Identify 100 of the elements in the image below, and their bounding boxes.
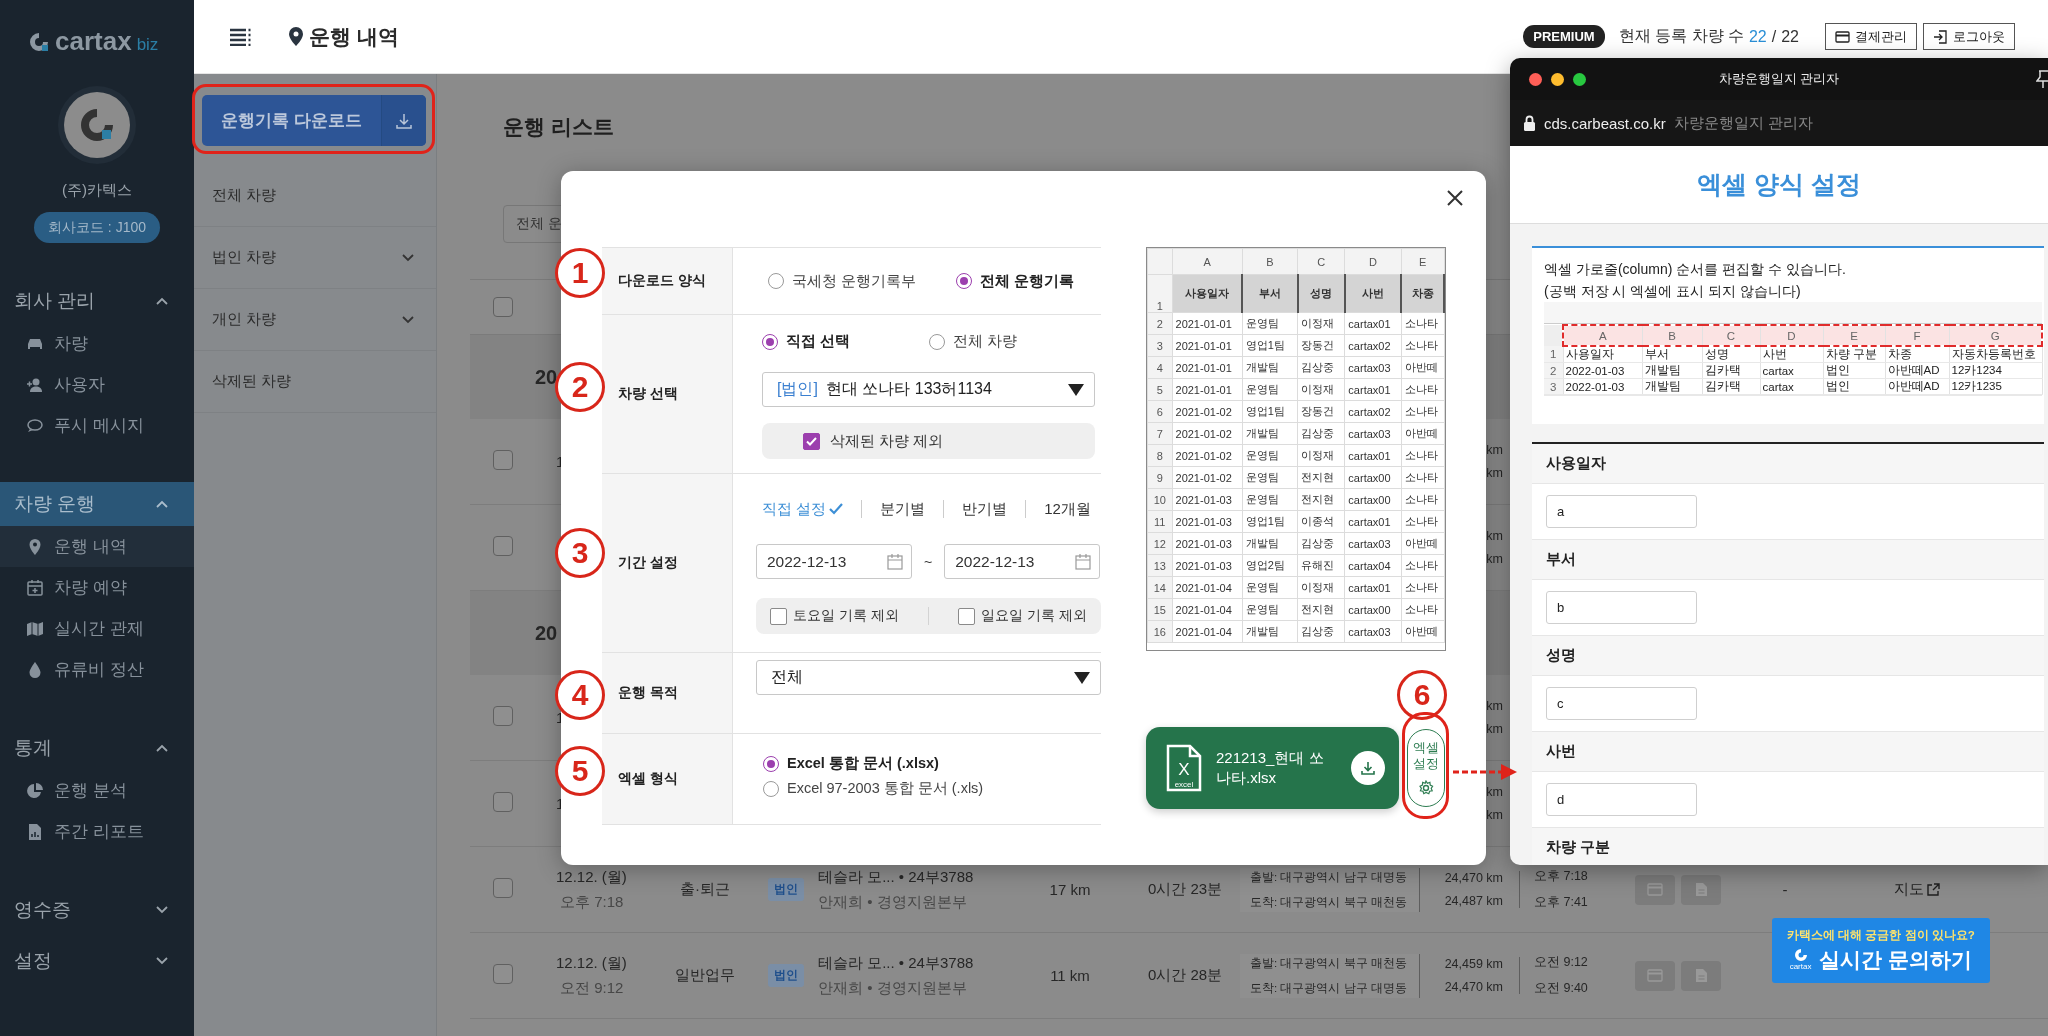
- option-label: Excel 97-2003 통합 문서 (.xls): [787, 779, 984, 798]
- card-button[interactable]: [1635, 874, 1675, 905]
- menu-section-header[interactable]: 통계: [0, 726, 194, 770]
- radio-button[interactable]: [763, 755, 779, 772]
- input-field[interactable]: a: [1546, 495, 1697, 528]
- menu-section-header[interactable]: 설정: [0, 939, 194, 983]
- card-button[interactable]: [1635, 960, 1675, 991]
- checkbox-label: 일요일 기록 제외: [980, 607, 1087, 625]
- menu-item[interactable]: 차량 예약: [0, 567, 194, 608]
- menu-section-header[interactable]: 회사 관리: [0, 279, 194, 323]
- excel-settings-button[interactable]: 엑셀 설정: [1407, 729, 1445, 807]
- vehicle-filter-item[interactable]: 법인 차량: [194, 227, 436, 289]
- sheet-cell: cartax01: [1344, 576, 1402, 599]
- menu-section-header[interactable]: 차량 운행: [0, 482, 194, 526]
- checkbox[interactable]: [493, 877, 513, 898]
- document-button[interactable]: [1681, 960, 1721, 991]
- sheet-cell: 영업1팀: [1242, 334, 1298, 357]
- column-letter: D: [1760, 325, 1823, 346]
- odometer-start: 24,470 km: [1444, 871, 1503, 885]
- menu-icon[interactable]: [230, 27, 251, 46]
- checkbox[interactable]: [770, 607, 788, 625]
- vehicle-count-label: 현재 등록 차량 수: [1618, 26, 1744, 46]
- period-tab[interactable]: 반기별: [962, 499, 1008, 519]
- input-field[interactable]: c: [1546, 687, 1697, 720]
- menu-item[interactable]: 주간 리포트: [0, 811, 194, 852]
- sheet-cell: 개발팀: [1642, 362, 1702, 379]
- checkbox[interactable]: [493, 449, 513, 470]
- sheet-cell: 2021-01-02: [1172, 444, 1243, 467]
- input-field[interactable]: b: [1546, 591, 1697, 624]
- sheet-cell: 전지현: [1297, 488, 1345, 511]
- checkbox[interactable]: [493, 535, 513, 556]
- menu-item[interactable]: 사용자: [0, 364, 194, 405]
- vehicle-total: 22: [1781, 27, 1799, 46]
- menu-item[interactable]: 운행 분석: [0, 770, 194, 811]
- sheet-cell: 사용일자: [1563, 346, 1642, 363]
- menu-item[interactable]: 푸시 메시지: [0, 405, 194, 446]
- sheet-cell: 2021-01-03: [1172, 532, 1243, 555]
- menu-item[interactable]: 운행 내역: [0, 526, 194, 567]
- sheet-cell: 개발팀: [1242, 356, 1298, 379]
- row-number: 1: [1544, 346, 1563, 363]
- download-button[interactable]: 운행기록 다운로드: [202, 95, 426, 146]
- sheet-cell: 법인: [1823, 362, 1885, 379]
- window-minimize-button[interactable]: [1551, 72, 1564, 86]
- checkbox[interactable]: [803, 432, 820, 450]
- menu-item[interactable]: 실시간 관제: [0, 608, 194, 649]
- vehicle-select[interactable]: [법인] 현대 쏘나타 133허1134: [762, 372, 1095, 407]
- row-number: 16: [1147, 620, 1172, 643]
- row-number: 1: [1147, 274, 1172, 313]
- radio-button[interactable]: [956, 273, 973, 289]
- live-chat-button[interactable]: 카택스에 대해 궁금한 점이 있나요? cartax 실시간 문의하기: [1772, 918, 1990, 983]
- window-close-button[interactable]: [1529, 72, 1542, 86]
- sheet-cell: 2021-01-04: [1172, 598, 1243, 621]
- menu-item[interactable]: 차량: [0, 323, 194, 364]
- sheet-cell: 소나타: [1401, 510, 1444, 533]
- sheet-cell: cartax01: [1344, 444, 1402, 467]
- checkbox[interactable]: [957, 607, 975, 625]
- logo-icon: [28, 30, 50, 53]
- start-time: 오전 9:12: [1534, 954, 1589, 971]
- checkbox[interactable]: [493, 705, 513, 726]
- purpose-select[interactable]: 전체: [756, 660, 1101, 695]
- sheet-cell: 김상중: [1297, 356, 1345, 379]
- vehicle-filter-item[interactable]: 전체 차량: [194, 165, 436, 227]
- vehicle-filter-item[interactable]: 개인 차량: [194, 289, 436, 351]
- radio-button[interactable]: [762, 333, 778, 350]
- trip-purpose: 일반업무: [675, 966, 735, 983]
- vehicle-filter-item[interactable]: 삭제된 차량: [194, 351, 436, 413]
- start-date-field[interactable]: 2022-12-13: [756, 544, 912, 579]
- document-button[interactable]: [1681, 874, 1721, 905]
- input-field[interactable]: d: [1546, 783, 1697, 816]
- period-tab[interactable]: 분기별: [880, 499, 926, 519]
- checkbox[interactable]: [493, 297, 513, 317]
- menu-section-header[interactable]: 영수증: [0, 888, 194, 932]
- vehicle-count: 22: [1748, 27, 1767, 46]
- column-letter: D: [1344, 248, 1402, 275]
- download-button[interactable]: [1351, 751, 1385, 785]
- billing-button[interactable]: 결제관리: [1825, 23, 1917, 50]
- checkbox[interactable]: [493, 791, 513, 812]
- period-tab[interactable]: 12개월: [1044, 499, 1091, 519]
- radio-button[interactable]: [768, 273, 784, 289]
- radio-button[interactable]: [929, 333, 945, 350]
- logout-button[interactable]: 로그아웃: [1923, 23, 2015, 50]
- checkbox[interactable]: [493, 963, 513, 984]
- map-link[interactable]: 지도: [1840, 880, 1960, 899]
- radio-button[interactable]: [763, 780, 779, 797]
- sheet-cell: cartax03: [1344, 422, 1402, 445]
- sheet-cell: 전지현: [1297, 466, 1345, 489]
- option-label: 전체 운행기록: [980, 271, 1075, 291]
- period-tab[interactable]: 직접 설정: [762, 499, 844, 519]
- close-icon[interactable]: [1446, 189, 1464, 207]
- sheet-cell: 2021-01-03: [1172, 510, 1243, 533]
- trip-time: 오전 9:12: [559, 978, 625, 998]
- end-date-field[interactable]: 2022-12-13: [944, 544, 1101, 579]
- trip-date: 12.12. (월): [556, 867, 628, 887]
- card-icon: [1647, 969, 1663, 982]
- sheet-cell: 영업2팀: [1242, 554, 1298, 577]
- caret-icon: [1068, 383, 1084, 396]
- sheet-cell: 운영팀: [1242, 466, 1298, 489]
- menu-item[interactable]: 유류비 정산: [0, 649, 194, 690]
- window-zoom-button[interactable]: [1573, 72, 1586, 86]
- pin-icon[interactable]: [2036, 70, 2048, 88]
